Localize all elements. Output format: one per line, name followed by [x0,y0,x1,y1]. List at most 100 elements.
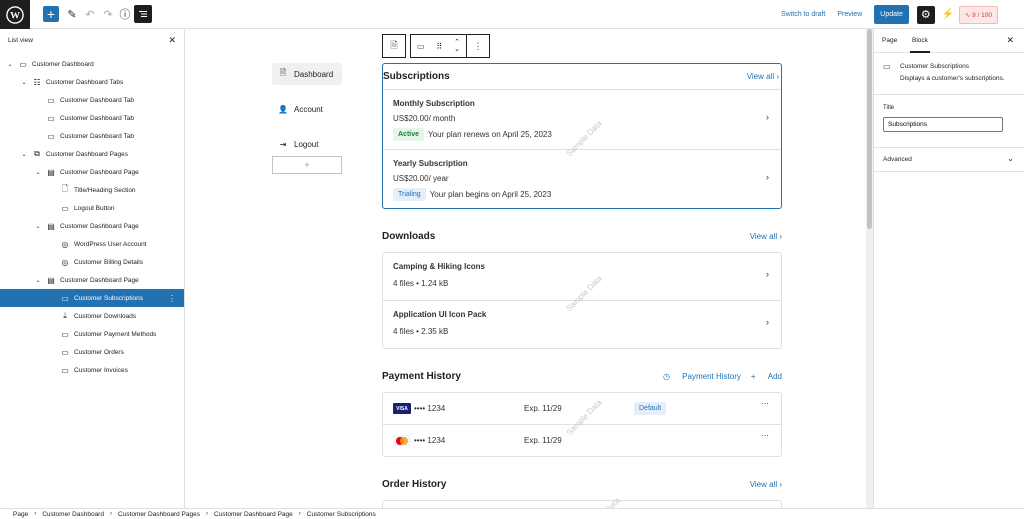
dashboard-nav-item[interactable]: 🗎 Dashboard [272,63,342,85]
drag-handle-icon[interactable]: ⠿ [436,42,442,51]
seo-score-value: 9 / 100 [972,11,992,19]
block-toolbar: 🗎 ▭ ⠿ ⌃ ⌄ ⋮ [382,34,490,58]
list-view-item[interactable]: ⤓ Customer Downloads [0,307,184,325]
page-icon: ▤ [47,167,55,177]
chevron-right-icon: › [34,511,37,517]
list-view-item[interactable]: ▭ Customer Dashboard Tab [0,91,184,109]
list-view-item-label: Customer Dashboard Tab [60,114,134,122]
switch-to-draft-button[interactable]: Switch to draft [781,11,825,18]
downloads-view-all-link[interactable]: View all › [740,232,782,241]
download-name: Application UI Icon Pack [393,310,487,319]
list-view-item[interactable]: ▭ Customer Payment Methods [0,325,184,343]
chevron-down-icon[interactable]: ⌄ [34,223,42,230]
list-view-item[interactable]: ▭ Customer Orders [0,343,184,361]
subscriptions-title: Subscriptions [383,71,450,82]
card-number: •••• 1234 [414,404,446,413]
more-actions-icon[interactable]: ⋯ [761,431,769,440]
undo-icon[interactable]: ↶ [82,6,98,22]
list-view-item[interactable]: ⌄ ☷ Customer Dashboard Tabs [0,73,184,91]
add-payment-method-button[interactable]: + Add [751,372,782,381]
more-options-icon[interactable]: ⋮ [168,294,176,303]
more-options-icon[interactable]: ⋮ [466,34,490,58]
list-view-item[interactable]: ⌄ ▤ Customer Dashboard Page [0,217,184,235]
move-arrows-icon[interactable]: ⌃ ⌄ [454,39,460,53]
status-badge: Trialing [393,188,426,201]
list-view-item[interactable]: ⌄ ⧉ Customer Dashboard Pages [0,145,184,163]
payment-history-link[interactable]: ◷ Payment History [663,372,741,381]
list-view-item[interactable]: ▭ Customer Dashboard Tab [0,127,184,145]
block-card: ▭ Customer Subscriptions Displays a cust… [874,53,1024,95]
block-icon: ▭ [47,113,55,123]
download-row[interactable]: Application UI Icon Pack 4 files • 2.35 k… [383,301,781,348]
canvas-scrollbar[interactable] [866,29,873,509]
settings-gear-icon[interactable]: ⚙ [916,5,935,24]
subscriptions-view-all-link[interactable]: View all › [737,72,779,81]
downloads-title: Downloads [382,230,436,242]
info-icon[interactable]: ⓘ [117,6,133,22]
update-button[interactable]: Update [874,5,909,24]
breadcrumb-item[interactable]: Customer Subscriptions [307,511,376,518]
breadcrumb-item[interactable]: Page [13,511,28,518]
list-view-item[interactable]: ⌄ ▤ Customer Dashboard Page [0,163,184,181]
scrollbar-thumb[interactable] [867,29,872,229]
chevron-right-icon[interactable]: › [766,269,769,279]
block-icon: ▭ [883,62,891,71]
chevron-down-icon[interactable]: ⌄ [20,151,28,158]
chevron-down-icon[interactable]: ⌄ [34,277,42,284]
block-move-group: ▭ ⠿ ⌃ ⌄ [410,34,466,58]
dashboard-main: Subscriptions View all › Monthly Subscri… [382,63,782,509]
nav-item-icon: ⇥ [279,139,287,149]
seo-score-badge[interactable]: ∿ 9 / 100 [958,5,998,24]
ai-assistant-icon[interactable]: ⚡ [941,6,955,24]
doc-icon: 🗋 [61,184,69,193]
list-view-item[interactable]: ◎ WordPress User Account [0,235,184,253]
tab-page[interactable]: Page [882,37,897,44]
chevron-down-icon[interactable]: ⌄ [34,169,42,176]
breadcrumb-item[interactable]: Customer Dashboard Pages [118,511,200,518]
dashboard-nav-item[interactable]: 👤 Account [272,98,342,120]
chevron-right-icon[interactable]: › [766,172,769,182]
pencil-icon[interactable]: ✎ [64,6,80,22]
list-view-item[interactable]: ◎ Customer Billing Details [0,253,184,271]
wordpress-logo-icon[interactable]: W [0,0,30,29]
chevron-down-icon[interactable]: ⌄ [20,79,28,86]
nav-add-button[interactable]: + [272,156,342,174]
download-name: Camping & Hiking Icons [393,262,486,271]
chevron-down-icon[interactable]: ⌄ [6,61,14,68]
chevron-right-icon[interactable]: › [766,112,769,122]
title-setting: Title [874,95,1024,148]
document-icon[interactable]: 🗎 [382,34,406,58]
breadcrumb-item[interactable]: Customer Dashboard [42,511,104,518]
subscription-row[interactable]: Yearly Subscription US$20.00/ year Trialin… [383,150,781,208]
list-view-item[interactable]: ⌄ ▭ Customer Dashboard [0,55,184,73]
close-icon[interactable]: ✕ [1006,35,1014,46]
dashboard-nav-item[interactable]: ⇥ Logout [272,133,342,155]
downloads-card: Camping & Hiking Icons 4 files • 1.24 kB ›… [382,252,782,349]
settings-sidebar: Page Block ✕ ▭ Customer Subscriptions Di… [873,29,1024,509]
block-type-icon[interactable]: ▭ [417,42,425,51]
list-view-item[interactable]: ▭ Customer Dashboard Tab [0,109,184,127]
subscriptions-block[interactable]: Subscriptions View all › Monthly Subscri… [382,63,782,209]
list-view-item[interactable]: ▭ Customer Invoices [0,361,184,379]
title-input[interactable] [883,117,1003,132]
close-icon[interactable]: ✕ [168,35,176,46]
card-expiry: Exp. 11/29 [524,436,562,445]
orders-view-all-link[interactable]: View all › [740,480,782,489]
user-icon: ◎ [61,239,69,249]
list-view-item[interactable]: ▭ Customer Subscriptions ⋮ [0,289,184,307]
advanced-panel-toggle[interactable]: Advanced ⌄ [874,148,1024,172]
breadcrumb-item[interactable]: Customer Dashboard Page [214,511,293,518]
chevron-right-icon[interactable]: › [766,317,769,327]
list-view-item-label: Customer Dashboard Page [60,276,139,284]
list-view-item[interactable]: ▭ Logout Button [0,199,184,217]
subscription-name: Yearly Subscription [393,159,468,168]
more-actions-icon[interactable]: ⋯ [761,399,769,408]
list-view-item[interactable]: ⌄ ▤ Customer Dashboard Page [0,271,184,289]
block-icon: ▭ [47,95,55,105]
add-block-button[interactable]: + [43,6,59,22]
redo-icon[interactable]: ↷ [100,6,116,22]
preview-button[interactable]: Preview [837,11,862,18]
list-view-item[interactable]: 🗋 Title/Heading Section [0,181,184,199]
tab-block[interactable]: Block [910,37,930,53]
list-view-button[interactable] [134,5,152,23]
